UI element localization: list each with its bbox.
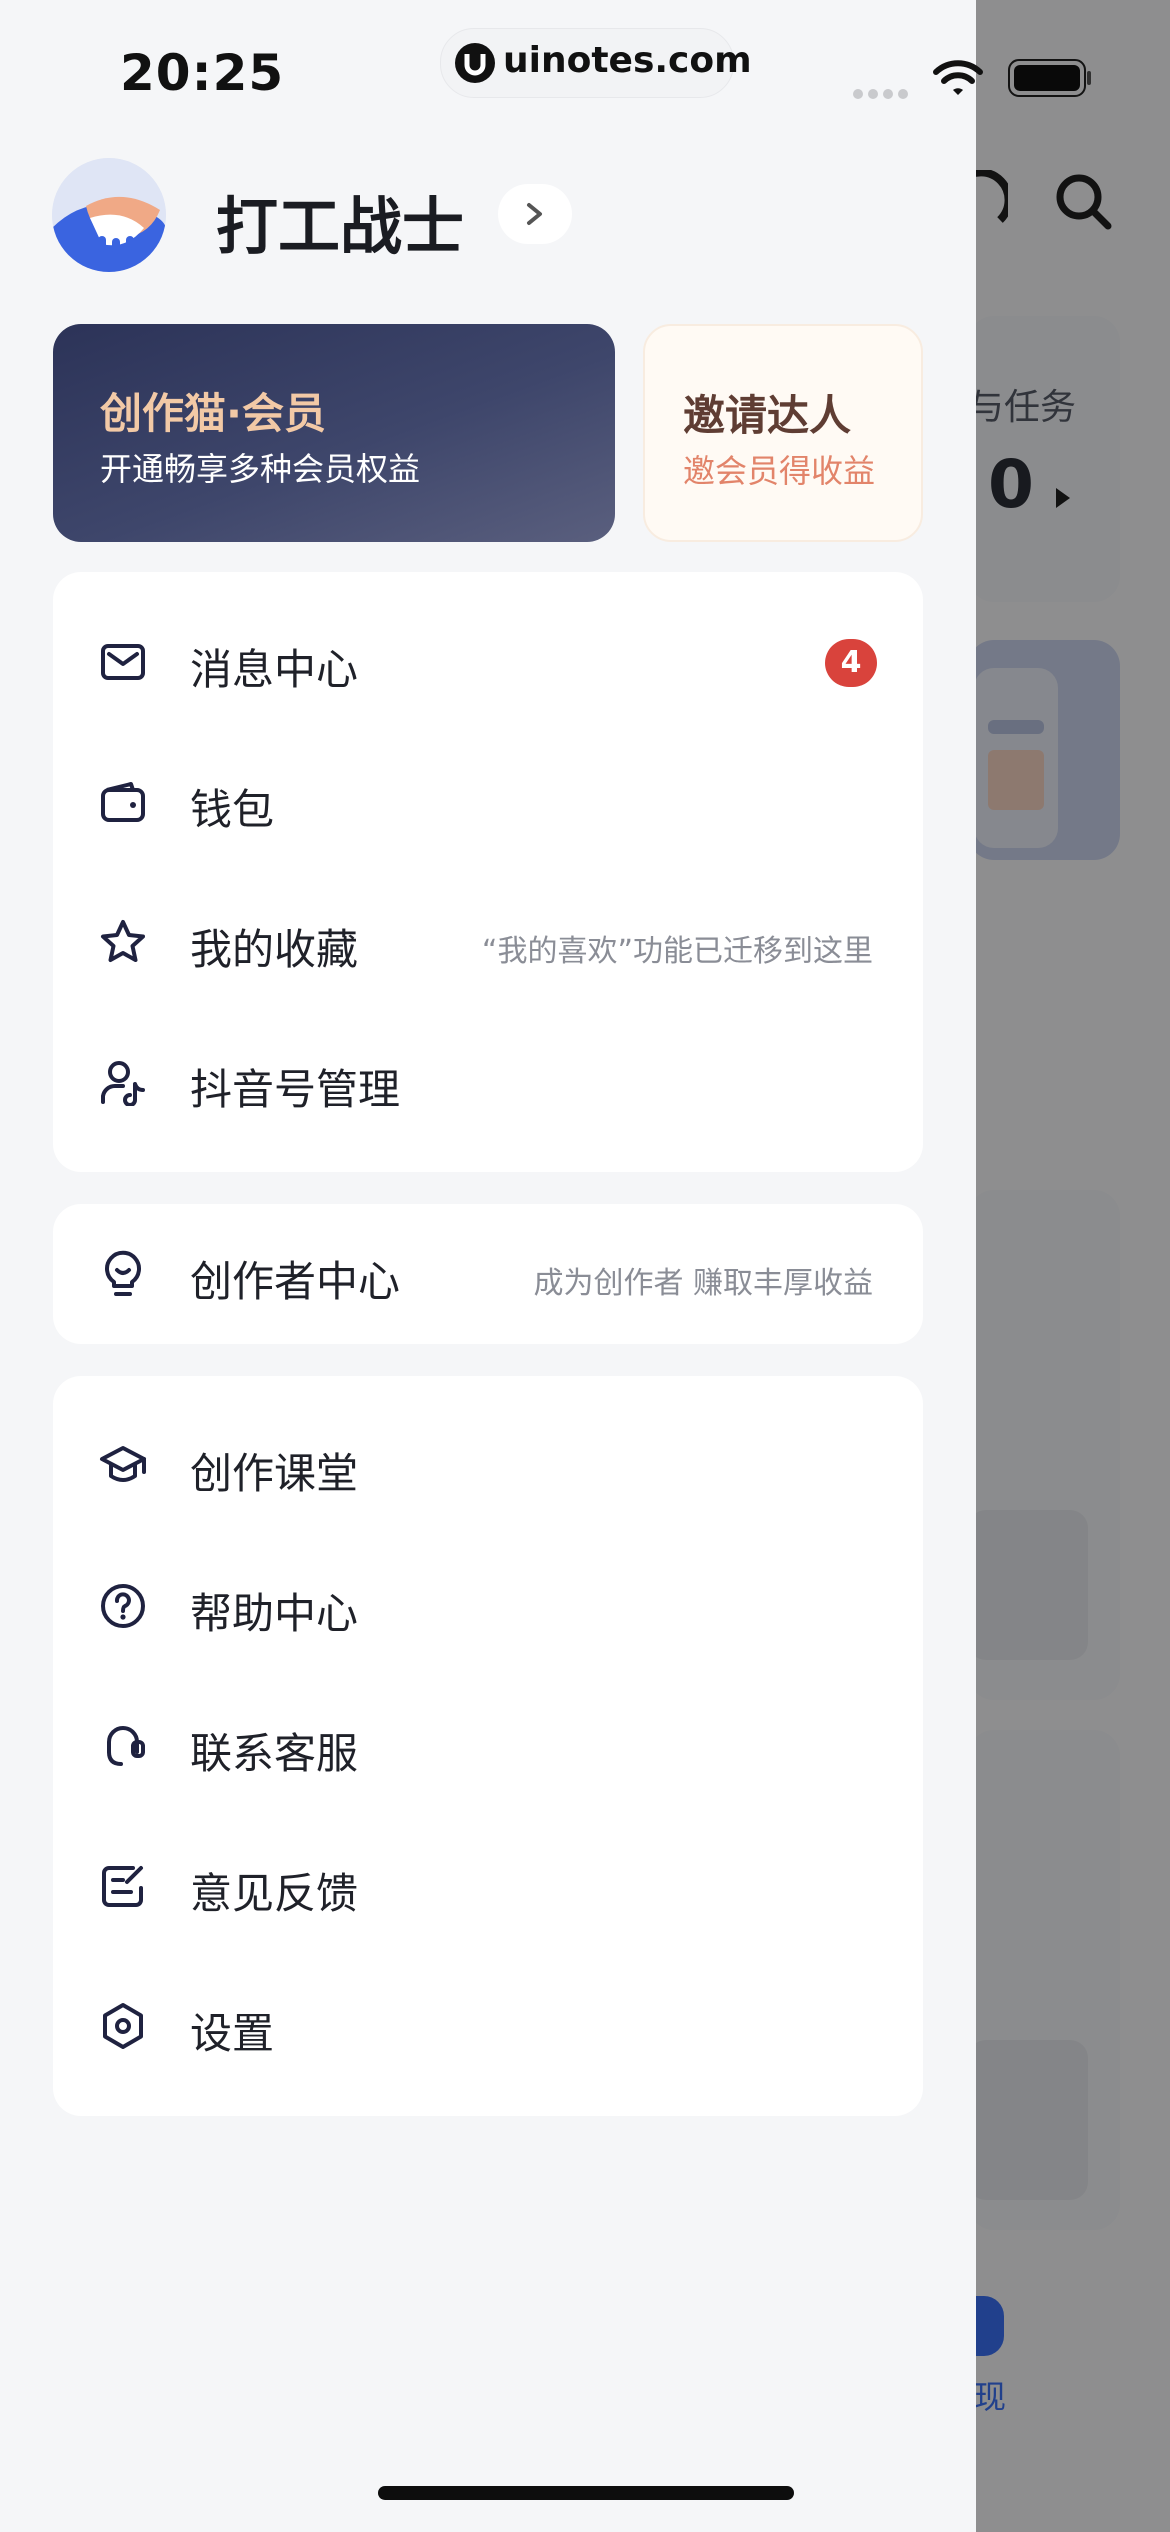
home-indicator[interactable] <box>378 2486 794 2500</box>
help-circle-icon <box>101 1584 145 1628</box>
menu-label: 消息中心 <box>190 645 359 694</box>
menu-group-creator: 创作者中心 成为创作者 赚取丰厚收益 <box>53 1204 923 1344</box>
menu-label: 创作课堂 <box>190 1449 359 1498</box>
menu-label: 帮助中心 <box>190 1589 359 1638</box>
url-pill[interactable]: uinotes.com <box>440 28 752 98</box>
invite-title: 邀请达人 <box>683 391 852 440</box>
url-text: uinotes.com <box>503 40 752 81</box>
menu-item-settings[interactable]: 设置 <box>53 1956 923 2096</box>
menu-label: 抖音号管理 <box>190 1065 401 1114</box>
graduation-cap-icon <box>100 1446 146 1482</box>
feedback-icon <box>102 1866 143 1907</box>
signal-icon <box>853 84 913 103</box>
menu-label: 意见反馈 <box>190 1869 359 1918</box>
invite-card[interactable]: 邀请达人 邀会员得收益 <box>643 324 923 542</box>
menu-item-favorites[interactable]: 我的收藏 “我的喜欢”功能已迁移到这里 <box>53 872 923 1012</box>
menu-label: 创作者中心 <box>190 1257 401 1306</box>
menu-item-douyin-accounts[interactable]: 抖音号管理 <box>53 1012 923 1152</box>
uinotes-logo-icon <box>455 43 495 83</box>
headset-icon <box>107 1726 145 1766</box>
menu-item-messages[interactable]: 消息中心 4 <box>53 592 923 732</box>
menu-group-support: 创作课堂 帮助中心 联系客服 意见反馈 设置 <box>53 1376 923 2116</box>
menu-item-creative-classroom[interactable]: 创作课堂 <box>53 1396 923 1536</box>
profile-arrow-button[interactable] <box>498 184 572 244</box>
menu-hint: 成为创作者 赚取丰厚收益 <box>533 1266 873 1301</box>
wallet-icon <box>101 782 145 822</box>
settings-hexagon-icon <box>103 2003 143 2049</box>
chevron-right-icon <box>527 203 542 225</box>
menu-item-creator-center[interactable]: 创作者中心 成为创作者 赚取丰厚收益 <box>53 1204 923 1344</box>
wifi-icon <box>933 60 983 95</box>
menu-item-help-center[interactable]: 帮助中心 <box>53 1536 923 1676</box>
user-tiktok-icon <box>101 1061 145 1106</box>
vip-subtitle: 开通畅享多种会员权益 <box>100 450 421 488</box>
star-icon <box>101 920 145 962</box>
vip-membership-card[interactable]: 创作猫·会员 开通畅享多种会员权益 <box>53 324 615 542</box>
menu-item-customer-service[interactable]: 联系客服 <box>53 1676 923 1816</box>
menu-label: 我的收藏 <box>190 925 359 974</box>
menu-label: 设置 <box>190 2009 275 2058</box>
menu-label: 钱包 <box>190 785 275 834</box>
unread-badge: 4 <box>825 639 877 687</box>
vip-title: 创作猫·会员 <box>100 389 326 438</box>
avatar[interactable] <box>52 158 166 272</box>
side-drawer: 20:25 uinotes.com 打工战士 创作猫·会员 开通畅享多种会员权益 <box>0 0 983 2532</box>
menu-item-feedback[interactable]: 意见反馈 <box>53 1816 923 1956</box>
menu-item-wallet[interactable]: 钱包 <box>53 732 923 872</box>
invite-subtitle: 邀会员得收益 <box>683 452 876 490</box>
menu-hint: “我的喜欢”功能已迁移到这里 <box>481 934 873 969</box>
username[interactable]: 打工战士 <box>216 176 464 266</box>
status-time: 20:25 <box>120 44 285 102</box>
menu-label: 联系客服 <box>190 1729 359 1778</box>
lightbulb-icon <box>105 1250 141 1296</box>
mail-icon <box>101 644 145 680</box>
menu-group-primary: 消息中心 4 钱包 我的收藏 “我的喜欢”功能已迁移到这里 抖音号管理 <box>53 572 923 1172</box>
